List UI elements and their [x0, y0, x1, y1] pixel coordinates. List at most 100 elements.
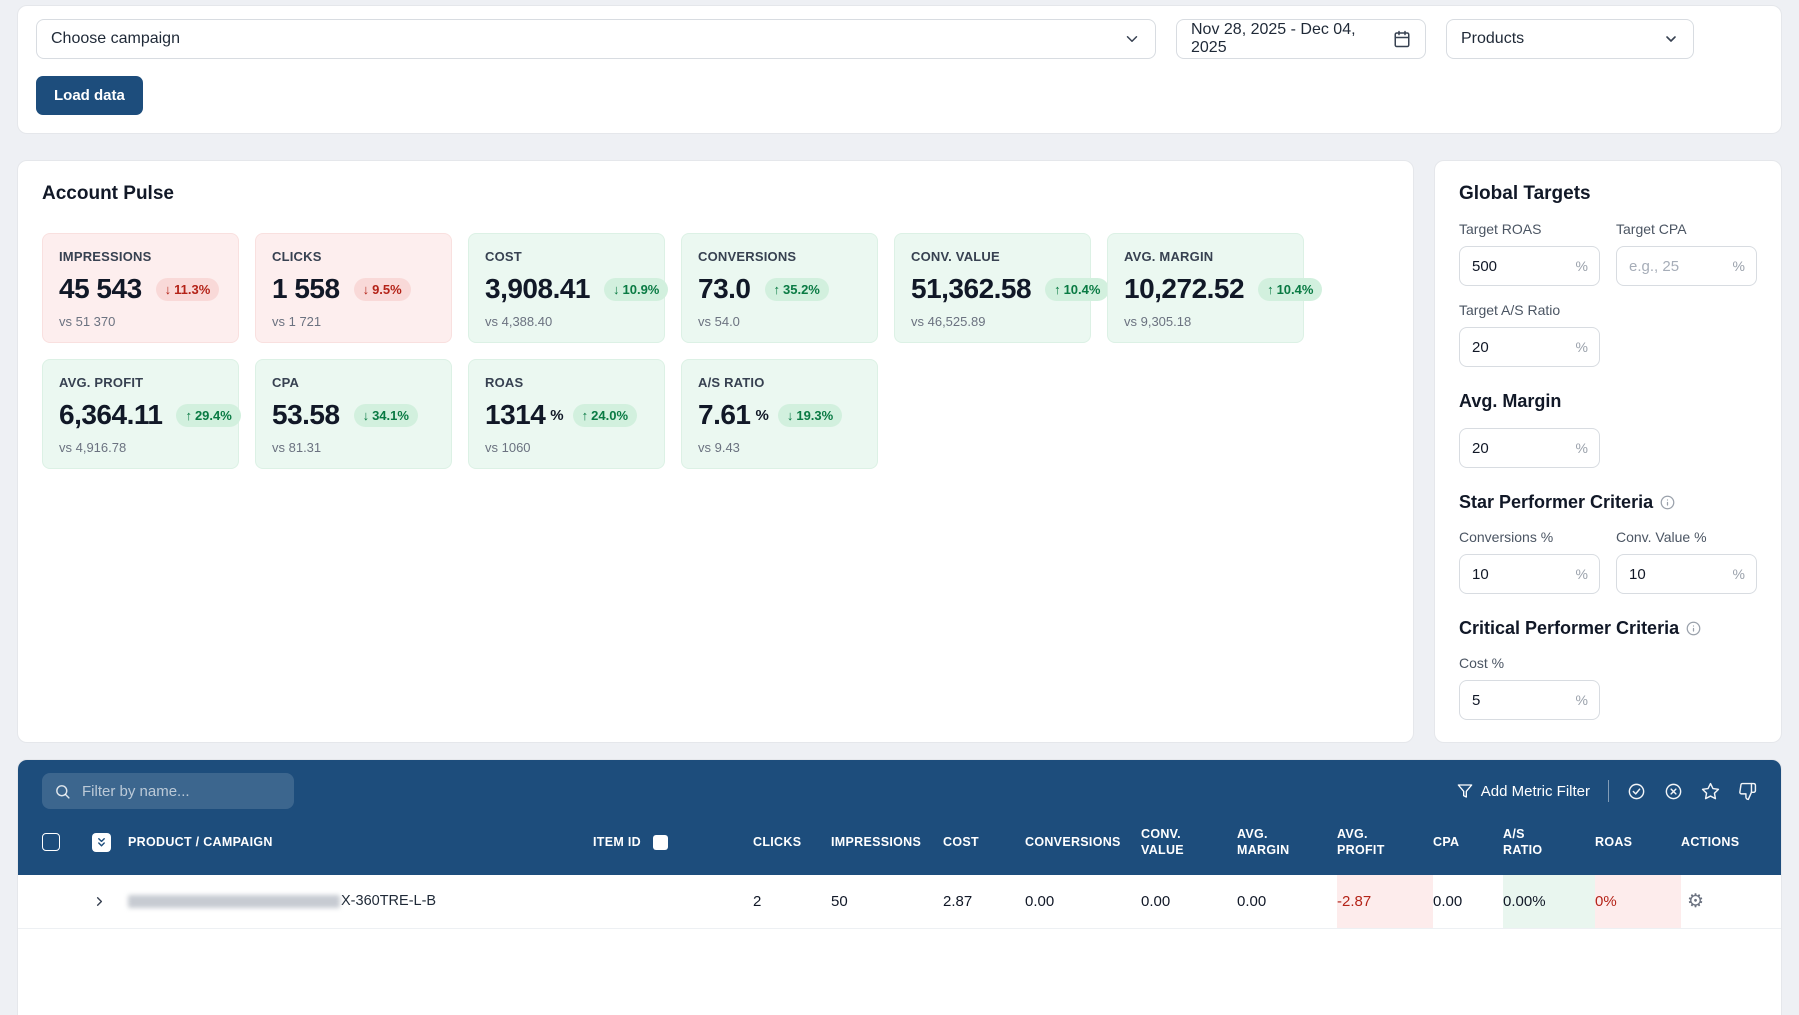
metric-label: A/S RATIO — [698, 375, 765, 390]
critical-performer-title: Critical Performer Criteria — [1459, 618, 1757, 639]
info-icon[interactable] — [1660, 495, 1675, 510]
cost-cell: 2.87 — [943, 892, 973, 910]
global-targets-panel: Global Targets Target ROAS % Target CPA … — [1434, 160, 1782, 743]
product-name-cell: X-360TRE-L-B — [128, 875, 593, 928]
name-filter-search[interactable] — [42, 773, 294, 809]
arrow-down-icon: ↓ — [362, 281, 370, 297]
percent-suffix: % — [1575, 692, 1588, 708]
target-roas-label: Target ROAS — [1459, 221, 1542, 237]
redacted-text — [128, 894, 340, 908]
funnel-icon — [1457, 783, 1473, 799]
metric-comparison: vs 4,916.78 — [59, 440, 127, 455]
impressions-cell: 50 — [831, 892, 848, 910]
thumbs-down-icon[interactable] — [1738, 782, 1757, 801]
metric-value: 6,364.11 — [59, 399, 163, 430]
delta-badge: ↑ 10.4% — [1045, 277, 1110, 301]
metric-value: 10,272.52 — [1124, 273, 1245, 304]
date-range-picker[interactable]: Nov 28, 2025 - Dec 04, 2025 — [1176, 19, 1426, 59]
delta-badge: ↓ 19.3% — [777, 403, 843, 427]
search-input[interactable] — [80, 781, 282, 801]
metric-comparison: vs 9.43 — [698, 440, 740, 455]
column-header-impressions: IMPRESSIONS — [831, 835, 922, 850]
delta-badge: ↓ 11.3% — [155, 277, 220, 301]
column-header-avg-margin: AVG. MARGIN — [1237, 827, 1290, 858]
select-all-checkbox[interactable] — [42, 833, 60, 852]
as-ratio-cell: 0.00% — [1503, 874, 1595, 928]
delta-badge: ↑ 24.0% — [572, 403, 638, 427]
metric-comparison: vs 1 721 — [272, 314, 322, 329]
delta-badge: ↑ 10.4% — [1258, 277, 1323, 301]
metric-label: CLICKS — [272, 249, 322, 264]
column-header-cpa: CPA — [1433, 835, 1460, 850]
arrow-down-icon: ↓ — [786, 407, 794, 423]
star-icon[interactable] — [1701, 782, 1720, 801]
metric-value: 51,362.58 — [911, 273, 1032, 304]
conversions-cell: 0.00 — [1025, 892, 1055, 910]
metric-card-cpa: CPA 53.58 ↓ 34.1% vs 81.31 — [255, 359, 452, 469]
table-body: X-360TRE-L-B 2 50 2.87 0.00 0.00 0.00 -2… — [18, 874, 1781, 1015]
metric-card-as-ratio: A/S RATIO 7.61% ↓ 19.3% vs 9.43 — [681, 359, 878, 469]
search-icon — [54, 783, 71, 800]
gear-icon[interactable]: ⚙ — [1681, 892, 1704, 911]
column-header-conv-value: CONV. VALUE — [1141, 827, 1184, 858]
expand-row-button[interactable] — [92, 894, 107, 909]
account-pulse-title: Account Pulse — [42, 183, 174, 204]
global-targets-title: Global Targets — [1459, 183, 1591, 204]
percent-suffix: % — [1575, 258, 1588, 274]
avg-profit-cell: -2.87 — [1337, 874, 1433, 928]
metric-card-conversions: CONVERSIONS 73.0 ↑ 35.2% vs 54.0 — [681, 233, 878, 343]
percent-suffix: % — [1575, 339, 1588, 355]
info-icon[interactable] — [1686, 621, 1701, 636]
x-circle-icon[interactable] — [1664, 782, 1683, 801]
column-header-conversions: CONVERSIONS — [1025, 835, 1121, 850]
product-name: X-360TRE-L-B — [341, 893, 437, 909]
item-id-checkbox[interactable] — [652, 834, 668, 850]
arrow-down-icon: ↓ — [362, 407, 370, 423]
expand-all-button[interactable] — [92, 832, 111, 852]
avg-margin-field: % — [1459, 428, 1600, 468]
table-header-row: PRODUCT / CAMPAIGN ITEM ID CLICKS IMPRES… — [18, 820, 1781, 875]
date-range-value: Nov 28, 2025 - Dec 04, 2025 — [1191, 21, 1356, 56]
campaign-select[interactable]: Choose campaign — [36, 19, 1156, 59]
metric-comparison: vs 4,388.40 — [485, 314, 553, 329]
metric-label: CONVERSIONS — [698, 249, 797, 264]
delta-badge: ↑ 29.4% — [176, 403, 241, 427]
metric-value: 45 543 — [59, 273, 142, 304]
column-header-cost: COST — [943, 835, 979, 850]
load-data-button[interactable]: Load data — [36, 76, 143, 115]
add-metric-filter-button[interactable]: Add Metric Filter — [1457, 783, 1590, 800]
metric-card-roas: ROAS 1314% ↑ 24.0% vs 1060 — [468, 359, 665, 469]
chevron-down-icon — [1123, 30, 1141, 48]
table-toolbar: Add Metric Filter — [18, 760, 1781, 820]
arrow-up-icon: ↑ — [581, 407, 589, 423]
metric-card-impressions: IMPRESSIONS 45 543 ↓ 11.3% vs 51 370 — [42, 233, 239, 343]
metric-label: ROAS — [485, 375, 524, 390]
metric-value: 73.0 — [698, 273, 751, 304]
metric-label: COST — [485, 249, 522, 264]
percent-suffix: % — [1732, 258, 1745, 274]
arrow-up-icon: ↑ — [185, 407, 192, 423]
clicks-cell: 2 — [753, 892, 762, 910]
target-cpa-label: Target CPA — [1616, 221, 1687, 237]
account-pulse-panel: Account Pulse IMPRESSIONS 45 543 ↓ 11.3% … — [17, 160, 1414, 743]
view-select[interactable]: Products — [1446, 19, 1694, 59]
target-as-ratio-field: Target A/S Ratio % — [1459, 302, 1600, 367]
metric-value: 1314 — [485, 399, 546, 430]
star-conv-value-field: Conv. Value % % — [1616, 529, 1757, 594]
metric-comparison: vs 1060 — [485, 440, 531, 455]
metric-card-avg-profit: AVG. PROFIT 6,364.11 ↑ 29.4% vs 4,916.78 — [42, 359, 241, 469]
column-header-clicks: CLICKS — [753, 835, 802, 850]
check-circle-icon[interactable] — [1627, 782, 1646, 801]
avg-margin-title: Avg. Margin — [1459, 391, 1562, 411]
column-header-actions: ACTIONS — [1681, 835, 1740, 850]
table-row[interactable]: X-360TRE-L-B 2 50 2.87 0.00 0.00 0.00 -2… — [18, 874, 1781, 929]
delta-badge: ↑ 35.2% — [764, 277, 829, 301]
percent-suffix: % — [1575, 566, 1588, 582]
star-performer-title: Star Performer Criteria — [1459, 492, 1757, 513]
arrow-up-icon: ↑ — [773, 281, 781, 297]
column-header-item-id: ITEM ID — [593, 834, 753, 850]
metric-label: CPA — [272, 375, 300, 390]
metric-card-cost: COST 3,908.41 ↓ 10.9% vs 4,388.40 — [468, 233, 669, 343]
view-select-value: Products — [1461, 30, 1525, 47]
chevron-down-icon — [1663, 31, 1679, 47]
